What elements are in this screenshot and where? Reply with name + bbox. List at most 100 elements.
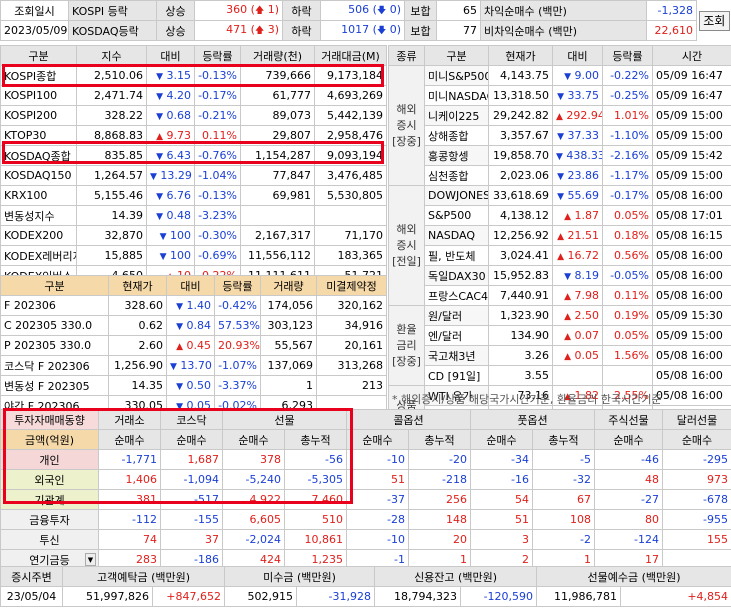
investor-row[interactable]: 투신 74 37 -2,024 10,861 -10 20 3 -2 -124 155 [0, 529, 731, 550]
investor-value: -218 [408, 469, 471, 490]
world-row[interactable]: 환율 금리 [장중] 원/달러 1,323.90 ▲ 2.50 0.19% 05/09 1… [388, 305, 731, 386]
world-row[interactable]: 엔/달러 134.90 ▲ 0.07 0.05% 05/09 15:00 [389, 325, 731, 346]
futures-pct: -1.07% [214, 355, 261, 376]
investor-value: 108 [532, 509, 595, 530]
futures-row[interactable]: 코스닥 F 202306 1,256.90 ▼ 13.70 -1.07% 137,069… [0, 355, 387, 376]
index-header-col: 지수 [76, 45, 147, 66]
world-row[interactable]: 홍콩항셍 19,858.70 ▼ 438.33 -2.16% 05/09 15:42 [389, 145, 731, 166]
investor-value: -46 [594, 449, 663, 470]
world-row[interactable]: 심천종합 2,023.06 ▼ 23.86 -1.17% 05/09 15:00 [389, 165, 731, 186]
investor-value: 54 [470, 489, 533, 510]
world-row[interactable]: 니케이225 29,242.82 ▲ 292.94 1.01% 05/09 15:00 [389, 105, 731, 126]
futures-volume: 1 [260, 375, 317, 396]
world-name: 독일DAX30 [424, 265, 489, 286]
world-row[interactable]: 상해종합 3,357.67 ▼ 37.33 -1.10% 05/09 15:00 [389, 125, 731, 146]
world-pct: 1.56% [602, 345, 653, 366]
index-row[interactable]: KRX100 5,155.46 ▼ 6.76 -0.13% 69,981 5,530,80… [0, 185, 387, 206]
investor-value: -155 [160, 509, 223, 530]
world-row[interactable]: 해외 증시 [전일] DOWJONES 33,618.69 ▼ 55.69 -0.17%… [388, 185, 731, 306]
index-row[interactable]: KOSPI100 2,471.74 ▼ 4.20 -0.17% 61,777 4,693,… [0, 85, 387, 106]
triangle-up-icon: ▲ [557, 232, 564, 242]
index-amount: 9,173,184 [314, 65, 387, 86]
index-volume: 2,167,317 [240, 225, 315, 246]
investor-row[interactable]: 개인 -1,771 1,687 378 -56 -10 -20 -34 -5 -46 -295 [0, 449, 731, 470]
index-row[interactable]: KODEX레버리지 15,885 ▼ 100 -0.69% 11,556,112 183,… [0, 245, 387, 266]
world-change: ▲ 292.94 [552, 105, 603, 126]
investor-sub-header: 순매수 [346, 429, 409, 450]
world-header-col: 현재가 [488, 45, 553, 66]
investor-group-header: 코스닥 [160, 409, 223, 430]
futures-header-col: 미결제약정 [316, 275, 387, 296]
futures-row[interactable]: 변동성 F 202305 14.35 ▼ 0.50 -3.37% 1 213 [0, 375, 387, 396]
investor-row[interactable]: 외국인 1,406 -1,094 -5,240 -5,305 51 -218 -16 -32 48… [0, 469, 731, 490]
world-pct: 0.05% [602, 325, 653, 346]
triangle-down-icon: ▼ [556, 152, 563, 162]
world-row[interactable]: 필, 반도체 3,024.41 ▲ 16.72 0.56% 05/08 16:00 [389, 245, 731, 266]
investor-group-header: 콜옵션 [346, 409, 471, 430]
futures-change: ▼ 0.84 [166, 315, 215, 336]
triangle-down-icon: ▼ [156, 192, 163, 202]
query-button[interactable]: 조회 [699, 10, 730, 31]
futures-value: 2.60 [108, 335, 167, 356]
index-change: ▼ 100 [146, 245, 195, 266]
investor-value: -5 [532, 449, 595, 470]
index-header-col: 대비 [146, 45, 195, 66]
index-row[interactable]: KODEX200 32,870 ▼ 100 -0.30% 2,167,317 71,170 [0, 225, 387, 246]
world-row[interactable]: NASDAQ 12,256.92 ▲ 21.51 0.18% 05/08 16:15 [389, 225, 731, 246]
triangle-up-icon: ▲ [564, 352, 571, 362]
index-amount [314, 205, 387, 226]
investor-row[interactable]: 금융투자 -112 -155 6,605 510 -28 148 51 108 80 -955 [0, 509, 731, 530]
index-value: 15,885 [76, 245, 147, 266]
investor-group-header: 달러선물 [662, 409, 731, 430]
futures-row[interactable]: P 202305 330.0 2.60 ▲ 0.45 20.93% 55,567 20,1… [0, 335, 387, 356]
world-pct: -0.25% [602, 85, 653, 106]
world-time: 05/08 16:00 [652, 345, 731, 366]
futures-change: ▼ 1.40 [166, 295, 215, 316]
world-row[interactable]: 국고채3년 3.26 ▲ 0.05 1.56% 05/08 16:00 [389, 345, 731, 366]
index-row[interactable]: KOSDAQ150 1,264.57 ▼ 13.29 -1.04% 77,847 3,47… [0, 165, 387, 186]
world-row[interactable]: S&P500 4,138.12 ▲ 1.87 0.05% 05/08 17:01 [389, 205, 731, 226]
dropdown-arrow-icon[interactable]: ▼ [85, 553, 96, 566]
investor-sub-header: 순매수 [662, 429, 731, 450]
world-name: 미니NASDAQ [424, 85, 489, 106]
index-row[interactable]: KOSPI200 328.22 ▼ 0.68 -0.21% 89,073 5,442,13… [0, 105, 387, 126]
world-value: 1,323.90 [488, 305, 553, 326]
index-row[interactable]: KTOP30 8,868.83 ▲ 9.73 0.11% 29,807 2,958,476 [0, 125, 387, 146]
index-row[interactable]: 변동성지수 14.39 ▼ 0.48 -3.23% [0, 205, 387, 226]
index-volume: 77,847 [240, 165, 315, 186]
world-value: 2,023.06 [488, 165, 553, 186]
world-value: 3,024.41 [488, 245, 553, 266]
index-amount: 5,442,139 [314, 105, 387, 126]
world-time: 05/08 16:00 [652, 385, 731, 406]
investor-value: -295 [662, 449, 731, 470]
index-row[interactable]: KOSPI종합 2,510.06 ▼ 3.15 -0.13% 739,666 9,173,… [0, 65, 387, 86]
index-row[interactable]: KOSDAQ종합 835.85 ▼ 6.43 -0.76% 1,154,287 9,093… [0, 145, 387, 166]
futures-volume: 55,567 [260, 335, 317, 356]
index-volume: 11,556,112 [240, 245, 315, 266]
futures-header-col: 대비 [166, 275, 215, 296]
world-row[interactable]: 프랑스CAC40 7,440.91 ▲ 7.98 0.11% 05/08 16:00 [389, 285, 731, 306]
credit-value: 18,794,323 [374, 586, 462, 607]
investor-row[interactable]: 기관계 381 -517 4,922 7,460 -37 256 54 67 -27 -678 [0, 489, 731, 510]
world-time: 05/09 16:47 [652, 85, 731, 106]
world-row[interactable]: 미니NASDAQ13,318.50▼ 33.75-0.25%05/09 16:4… [389, 85, 731, 106]
kosdaq-up-count: 471 (🡅 3) [194, 20, 283, 41]
futures-row[interactable]: F 202306 328.60 ▼ 1.40 -0.42% 174,056 320,162 [0, 295, 387, 316]
world-value: 3,357.67 [488, 125, 553, 146]
investor-value: -5,305 [284, 469, 347, 490]
index-name: KOSPI200 [0, 105, 77, 126]
world-row[interactable]: 독일DAX30 15,952.83 ▼ 8.19 -0.05% 05/08 16:00 [389, 265, 731, 286]
triangle-up-icon: ▲ [176, 342, 183, 352]
world-name: 필, 반도체 [424, 245, 489, 266]
index-name: 변동성지수 [0, 205, 77, 226]
world-row[interactable]: 해외 증시 [장중] 미니S&P500 4,143.75 ▼ 9.00 -0.22% 05… [388, 65, 731, 186]
world-header-col: 시간 [652, 45, 731, 66]
world-row[interactable]: CD [91일] 3.55 05/08 16:00 [389, 365, 731, 386]
index-amount: 183,365 [314, 245, 387, 266]
investor-sub-header: 총누적 [284, 429, 347, 450]
triangle-down-icon: ▼ [156, 212, 163, 222]
index-volume: 739,666 [240, 65, 315, 86]
index-change: ▼ 100 [146, 225, 195, 246]
futures-row[interactable]: C 202305 330.0 0.62 ▼ 0.84 57.53% 303,123 34,… [0, 315, 387, 336]
futures-open-interest: 213 [316, 375, 387, 396]
